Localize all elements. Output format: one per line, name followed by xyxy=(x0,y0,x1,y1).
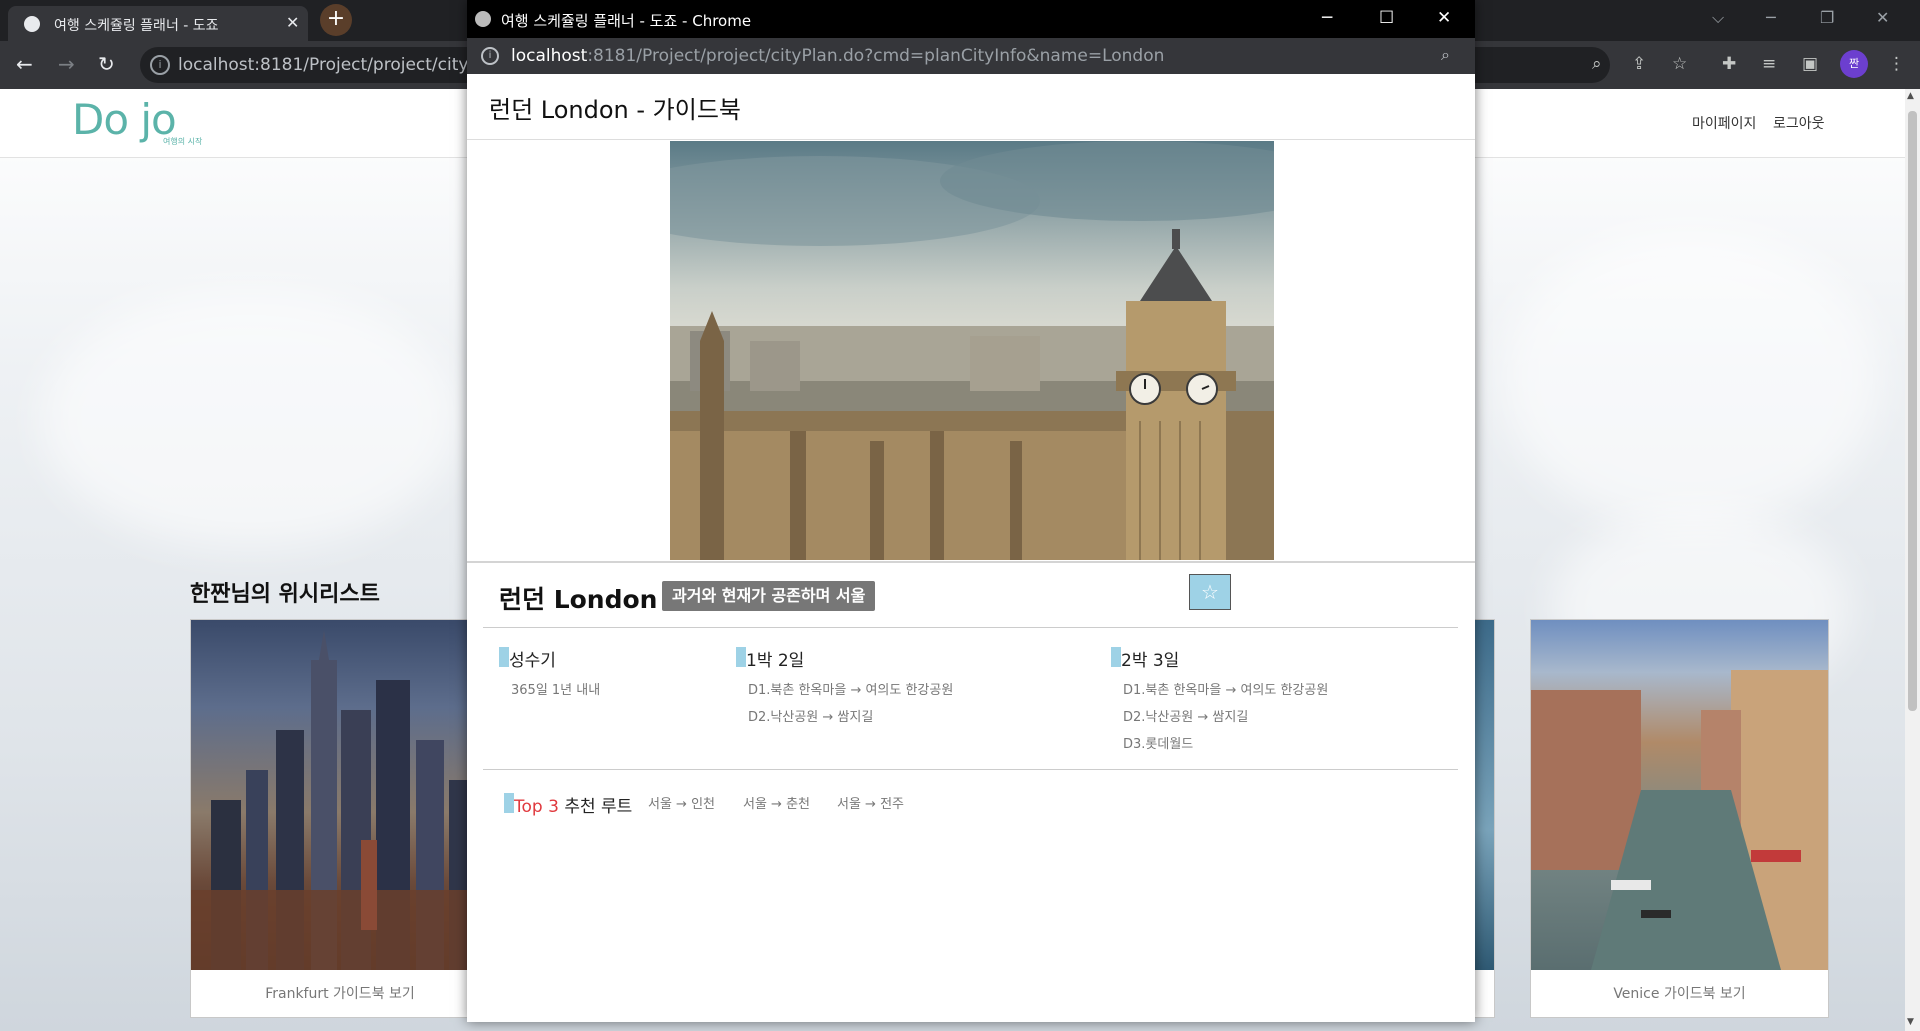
two-day-line-1: D1.북촌 한옥마을 → 여의도 한강공원 xyxy=(748,683,954,698)
favorite-star-button[interactable]: ☆ xyxy=(1189,574,1231,610)
main-tab-title: 여행 스케쥴링 플래너 - 도죠 xyxy=(54,18,219,34)
peak-season-section: 성수기 365일 1년 내내 xyxy=(499,646,600,698)
zoom-icon[interactable]: ⌕ xyxy=(1441,45,1450,65)
popup-window-title: 여행 스케쥴링 플래너 - 도죠 - Chrome xyxy=(501,12,752,30)
three-day-line-1: D1.북촌 한옥마을 → 여의도 한강공원 xyxy=(1123,683,1329,698)
frankfurt-caption: Frankfurt 가이드북 보기 xyxy=(265,986,415,1002)
venice-image xyxy=(1531,620,1828,970)
main-tab[interactable]: 여행 스케쥴링 플래너 - 도죠 ✕ xyxy=(8,6,308,41)
site-info-icon[interactable]: i xyxy=(150,55,170,75)
three-day-line-3: D3.롯데월드 xyxy=(1123,737,1194,752)
two-day-title: 1박 2일 xyxy=(736,646,953,671)
photo-divider xyxy=(467,561,1475,563)
venice-caption: Venice 가이드북 보기 xyxy=(1613,986,1746,1002)
popup-content: 런던 London - 가이드북 런던 London 과거와 현재가 공존하며 … xyxy=(467,74,1475,1022)
page-scrollbar[interactable]: ▲ ▼ xyxy=(1905,89,1920,1031)
tab-close-icon[interactable]: ✕ xyxy=(286,13,299,32)
bookmark-star-icon[interactable]: ☆ xyxy=(1672,54,1687,74)
popup-url-path: :8181/Project/project/cityPlan.do?cmd=pl… xyxy=(587,46,1165,66)
menu-icon[interactable]: ⋮ xyxy=(1888,54,1905,74)
guidebook-popup-window: 여행 스케쥴링 플래너 - 도죠 - Chrome ─ ☐ ✕ i localh… xyxy=(467,0,1475,1022)
section-divider xyxy=(483,769,1458,770)
popup-url: localhost:8181/Project/project/cityPlan.… xyxy=(511,46,1164,66)
peak-season-title: 성수기 xyxy=(499,646,600,671)
two-day-section: 1박 2일 D1.북촌 한옥마을 → 여의도 한강공원 D2.낙산공원 → 쌈지… xyxy=(736,646,953,725)
zoom-icon[interactable]: ⌕ xyxy=(1592,54,1602,74)
wishlist-title: 한짠님의 위시리스트 xyxy=(190,582,380,607)
restore-icon[interactable]: ❐ xyxy=(1820,8,1834,27)
top3-label: 추천 루트 xyxy=(558,797,633,817)
globe-icon xyxy=(475,11,491,27)
guidebook-heading: 런던 London - 가이드북 xyxy=(489,96,741,124)
site-logo-subtitle: 여행의 시작 xyxy=(163,137,203,146)
popup-maximize-icon[interactable]: ☐ xyxy=(1379,8,1394,28)
popup-minimize-icon[interactable]: ─ xyxy=(1322,8,1332,28)
peak-season-line: 365일 1년 내내 xyxy=(511,683,601,698)
tab-search-icon[interactable]: ⌵ xyxy=(1712,8,1724,28)
side-panel-icon[interactable]: ▣ xyxy=(1802,54,1818,74)
three-day-line-2: D2.낙산공원 → 쌈지길 xyxy=(1123,710,1249,725)
top3-routes-heading: Top 3 추천 루트 xyxy=(504,792,632,817)
route-link[interactable]: 서울 → 춘천 xyxy=(743,793,810,812)
media-icon[interactable]: ≡ xyxy=(1762,54,1776,74)
forward-icon[interactable]: → xyxy=(58,52,75,76)
close-window-icon[interactable]: ✕ xyxy=(1876,8,1889,27)
section-divider xyxy=(483,627,1458,628)
top3-prefix: Top 3 xyxy=(514,797,559,817)
extensions-icon[interactable]: ✚ xyxy=(1722,54,1736,74)
wishlist-card-venice[interactable]: Venice 가이드북 보기 xyxy=(1530,619,1829,1018)
two-day-line-2: D2.낙산공원 → 쌈지길 xyxy=(748,710,874,725)
london-photo xyxy=(670,141,1274,560)
site-logo[interactable]: Do jo xyxy=(72,95,177,144)
popup-address-bar[interactable]: i localhost:8181/Project/project/cityPla… xyxy=(467,38,1475,74)
scroll-up-icon[interactable]: ▲ xyxy=(1907,91,1914,101)
scroll-down-icon[interactable]: ▼ xyxy=(1907,1017,1914,1027)
minimize-icon[interactable]: ─ xyxy=(1766,8,1776,27)
profile-avatar[interactable]: 짠 xyxy=(1840,50,1868,78)
wishlist-card-frankfurt[interactable]: Frankfurt 가이드북 보기 xyxy=(190,619,490,1018)
three-day-section: 2박 3일 D1.북촌 한옥마을 → 여의도 한강공원 D2.낙산공원 → 쌈지… xyxy=(1111,646,1328,752)
back-icon[interactable]: ← xyxy=(16,52,33,76)
logout-link[interactable]: 로그아웃 xyxy=(1773,113,1825,133)
city-tagline-badge: 과거와 현재가 공존하며 서울 xyxy=(662,581,876,611)
mypage-link[interactable]: 마이페이지 xyxy=(1692,113,1756,133)
route-link[interactable]: 서울 → 전주 xyxy=(837,793,904,812)
share-icon[interactable]: ⇪ xyxy=(1632,54,1646,74)
route-link[interactable]: 서울 → 인천 xyxy=(648,793,715,812)
popup-title-bar: 여행 스케쥴링 플래너 - 도죠 - Chrome ─ ☐ ✕ xyxy=(467,0,1475,38)
popup-url-host: localhost xyxy=(511,46,588,66)
main-url: localhost:8181/Project/project/cityPla xyxy=(178,55,494,75)
three-day-title: 2박 3일 xyxy=(1111,646,1328,671)
reload-icon[interactable]: ↻ xyxy=(98,52,115,76)
new-tab-button[interactable]: + xyxy=(320,4,352,36)
scroll-thumb[interactable] xyxy=(1908,111,1917,711)
frankfurt-image xyxy=(191,620,489,970)
site-info-icon[interactable]: i xyxy=(481,47,499,65)
popup-close-icon[interactable]: ✕ xyxy=(1437,8,1451,28)
globe-icon xyxy=(24,16,40,32)
guidebook-header: 런던 London - 가이드북 xyxy=(467,74,1475,140)
city-name: 런던 London xyxy=(499,585,658,614)
